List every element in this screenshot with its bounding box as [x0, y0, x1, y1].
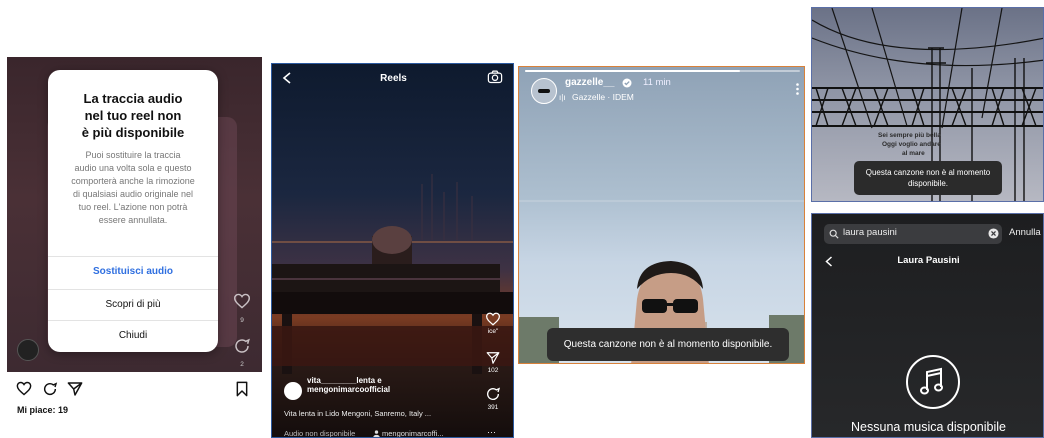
lyrics-line-2: Oggi voglio andare	[882, 141, 941, 148]
search-input[interactable]: laura pausini	[824, 224, 1002, 244]
story-screen-powerlines: Sei sempre più bella Oggi voglio andare …	[811, 7, 1044, 202]
comment-count: 2	[240, 361, 244, 368]
artist-title: Laura Pausini	[897, 255, 960, 266]
cancel-button[interactable]: Annulla	[1009, 227, 1041, 238]
more-options-icon[interactable]: ···	[487, 427, 496, 437]
reel-caption: Vita lenta in Lido Mengoni, Sanremo, Ita…	[284, 409, 432, 418]
audio-user[interactable]: mengonimarcoffi...	[382, 429, 444, 437]
clear-search-icon[interactable]	[988, 228, 999, 239]
audio-unavailable-dialog: La traccia audio nel tuo reel non è più …	[48, 70, 218, 352]
reels-screen: Reels ice" 102 391 vita________lenta e m…	[271, 63, 514, 438]
like-icon[interactable]	[233, 293, 251, 309]
audio-status: Audio non disponibile	[284, 429, 356, 438]
comment-icon[interactable]	[42, 381, 58, 397]
dialog-body: Puoi sostituire la traccia audio una vol…	[71, 150, 195, 225]
lyrics-line-3: al mare	[902, 150, 925, 157]
story-screen: gazzelle__ 11 min ı|ı Gazzelle · IDEM Qu…	[518, 66, 805, 364]
user-icon	[373, 430, 380, 437]
song-unavailable-toast: Questa canzone non è al momento disponib…	[547, 328, 789, 361]
bookmark-icon[interactable]	[235, 381, 249, 397]
replace-audio-button[interactable]: Sostituisci audio	[48, 256, 218, 287]
music-search-screen: laura pausini Annulla Laura Pausini Ness…	[811, 213, 1044, 438]
like-count: 9	[240, 317, 244, 324]
heart-icon[interactable]	[16, 381, 32, 396]
reels-title: Reels	[380, 73, 407, 84]
empty-state-text: Nessuna musica disponibile	[851, 420, 1006, 434]
post-avatar	[17, 339, 39, 361]
close-button[interactable]: Chiudi	[48, 320, 218, 351]
dialog-title: La traccia audio nel tuo reel non è più …	[81, 91, 185, 140]
lyrics-line-1: Sei sempre più bella	[878, 132, 941, 139]
search-icon	[829, 229, 839, 239]
avatar[interactable]	[284, 382, 302, 400]
music-note-icon	[905, 354, 961, 410]
like-count: ice"	[487, 328, 499, 335]
camera-icon[interactable]	[487, 70, 503, 84]
search-query: laura pausini	[843, 227, 897, 238]
like-icon[interactable]	[485, 312, 501, 326]
likes-count-text: Mi piace: 19	[17, 405, 69, 415]
song-unavailable-toast: Questa canzone non è al momento disponib…	[854, 161, 1002, 195]
comment-count: 391	[487, 404, 499, 411]
story-photo	[519, 200, 804, 363]
reel-authors[interactable]: vita________lenta e mengonimarcoofficial	[307, 376, 390, 394]
share-icon[interactable]	[486, 351, 500, 365]
share-count: 102	[487, 367, 499, 374]
comment-icon[interactable]	[233, 337, 251, 355]
comment-icon[interactable]	[485, 386, 501, 402]
share-icon[interactable]	[67, 381, 83, 397]
learn-more-button[interactable]: Scopri di più	[48, 289, 218, 320]
